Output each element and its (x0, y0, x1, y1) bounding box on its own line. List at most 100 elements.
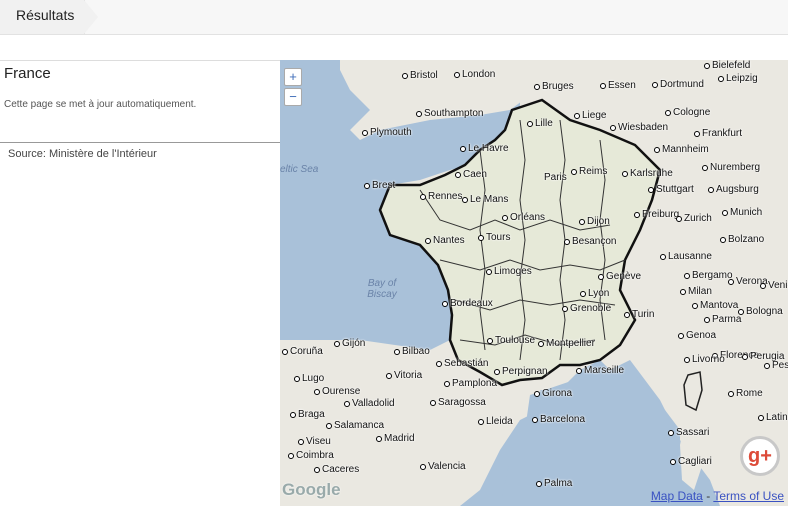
place-label: Lleida (478, 416, 513, 427)
place-label: Grenoble (561, 303, 612, 314)
place-label: Sassari (667, 427, 710, 438)
place-label: Rennes (419, 191, 463, 202)
place-label: Venice (759, 280, 788, 291)
place-label: Genoa (677, 330, 717, 341)
place-label: Freiburg (633, 209, 680, 220)
place-label: Besançon (563, 236, 617, 247)
place-label: Madrid (376, 433, 415, 444)
place-label: Toulouse (486, 335, 536, 346)
place-label: Le Mans (461, 194, 509, 205)
place-label: Stuttgart (648, 184, 694, 195)
place-label: Tours (477, 232, 511, 243)
sea-label-biscay: Bay of Biscay (367, 278, 397, 300)
place-label: Bristol (402, 70, 438, 81)
place-label: Bologna (738, 306, 783, 317)
place-label: Saragossa (430, 397, 486, 408)
place-label: Perpignan (494, 366, 548, 377)
place-label: Karlsruhe (622, 168, 673, 179)
zoom-out-button[interactable]: − (284, 88, 302, 106)
place-label: Dortmund (652, 79, 704, 90)
divider (0, 142, 280, 143)
place-label: Caceres (313, 464, 360, 475)
place-label: Gijón (333, 338, 366, 349)
tab-bar: Résultats (0, 0, 788, 35)
place-label: Latina (757, 412, 788, 423)
place-label: Parma (703, 314, 742, 325)
place-label: Palma (535, 478, 573, 489)
place-label: Marseille (575, 365, 625, 376)
zoom-in-button[interactable]: + (284, 68, 302, 86)
place-label: Lausanne (660, 251, 712, 262)
tab-arrow-shape (84, 0, 98, 34)
place-label: Valladolid (344, 398, 395, 409)
map-view[interactable]: + − eltic Sea Bay of Biscay Bristol Lond… (280, 60, 788, 506)
place-label: Coruña (282, 346, 323, 357)
place-label: Livorno (684, 354, 725, 365)
place-label: Bordeaux (442, 298, 493, 309)
place-label: Bielefeld (703, 60, 751, 71)
sea-label-celtic: eltic Sea (280, 164, 319, 175)
place-label: Viseu (298, 436, 331, 447)
place-label: Braga (290, 409, 325, 420)
results-panel: France Cette page se met à jour automati… (0, 60, 280, 507)
place-label: Lyon (579, 288, 610, 299)
place-label: Pamplona (443, 378, 498, 389)
place-label: Munich (721, 207, 763, 218)
place-label: Rome (728, 388, 763, 399)
place-label: Le Havre (460, 143, 509, 154)
link-separator: - (706, 489, 711, 503)
place-label: Girona (533, 388, 573, 399)
place-label: Mannheim (654, 144, 709, 155)
place-label: Sebastián (435, 358, 489, 369)
source-note: Source: Ministère de l'Intérieur (8, 148, 157, 160)
place-label: Lugo (293, 373, 325, 384)
place-label: Leipzig (718, 73, 758, 84)
place-label: Cologne (664, 107, 711, 118)
place-label: Nuremberg (701, 162, 761, 173)
tab-results-label: Résultats (16, 7, 75, 23)
terms-of-use-link[interactable]: Terms of Use (713, 489, 784, 503)
map-footer-links: Map Data - Terms of Use (651, 489, 784, 503)
place-label: Augsburg (708, 184, 759, 195)
tab-results[interactable]: Résultats (0, 0, 85, 34)
place-label: Cagliari (670, 456, 712, 467)
map-data-link[interactable]: Map Data (651, 489, 703, 503)
place-label: Southampton (416, 108, 484, 119)
place-label: Salamanca (325, 420, 385, 431)
place-label: Bolzano (719, 234, 765, 245)
place-label: Caen (455, 169, 487, 180)
place-label: Coimbra (288, 450, 334, 461)
place-label: Liege (573, 110, 607, 121)
place-label: Mantova (691, 300, 739, 311)
place-label: London (453, 69, 496, 80)
place-label: Wiesbaden (609, 122, 669, 133)
place-label: Frankfurt (693, 128, 743, 139)
place-label: Ourense (313, 386, 361, 397)
region-title: France (4, 65, 51, 82)
place-label: Dijon (579, 216, 610, 227)
place-label: Bergamo (684, 270, 733, 281)
update-note: Cette page se met à jour automatiquement… (4, 99, 197, 110)
place-label: Genève (597, 271, 642, 282)
place-label: Paris (544, 172, 567, 183)
place-label: Montpellier (538, 338, 595, 349)
place-label: Milan (680, 286, 712, 297)
place-label: Valencia (420, 461, 466, 472)
place-label: Barcelona (531, 414, 586, 425)
google-logo: Google (282, 480, 341, 499)
place-label: Bilbao (394, 346, 430, 357)
place-label: Nantes (425, 235, 465, 246)
place-label: Pescara (764, 360, 788, 371)
map-background (280, 60, 788, 506)
place-label: Limoges (486, 266, 532, 277)
place-label: Plymouth (362, 127, 412, 138)
place-label: Turin (623, 309, 655, 320)
place-label: Bruges (534, 81, 574, 92)
place-label: Orléans (501, 212, 546, 223)
place-label: Brest (363, 180, 396, 191)
place-label: Reims (570, 166, 608, 177)
place-label: Vitoria (385, 370, 423, 381)
place-label: Lille (527, 118, 553, 129)
google-plus-icon[interactable]: g+ (740, 436, 780, 476)
place-label: Essen (600, 80, 636, 91)
